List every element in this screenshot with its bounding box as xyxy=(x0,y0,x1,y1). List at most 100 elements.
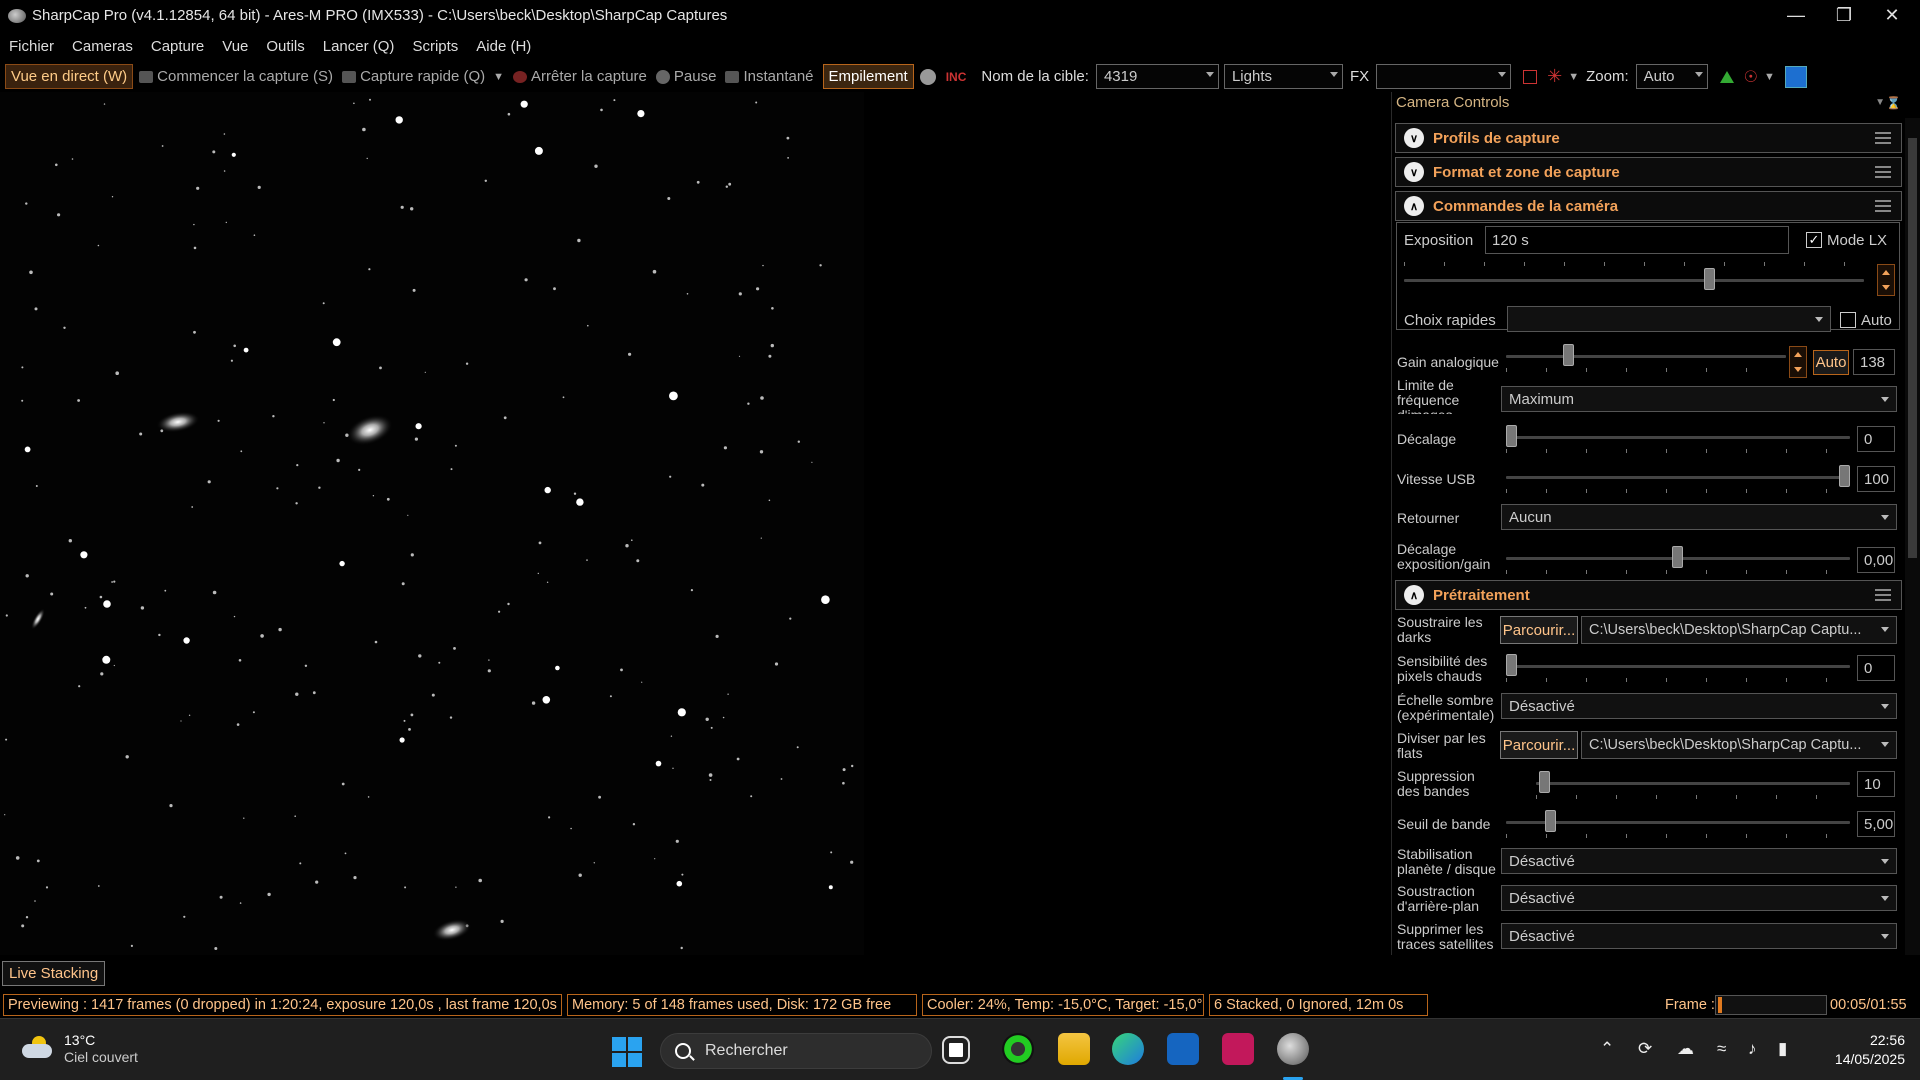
flats-path-dropdown[interactable]: C:\Users\beck\Desktop\SharpCap Captu... xyxy=(1581,731,1897,759)
sync-icon[interactable]: ⟳ xyxy=(1638,1039,1652,1059)
slider-thumb[interactable] xyxy=(1839,465,1850,487)
chevron-up-icon[interactable]: ∧ xyxy=(1404,196,1424,216)
usb-speed-slider[interactable] xyxy=(1506,465,1850,493)
banding-slider[interactable] xyxy=(1536,771,1850,799)
edge-browser-icon[interactable] xyxy=(1112,1033,1144,1065)
annotate-icon[interactable] xyxy=(1784,65,1807,88)
band-threshold-slider[interactable] xyxy=(1506,810,1850,838)
slider-thumb[interactable] xyxy=(1506,425,1517,447)
chevron-down-icon[interactable]: ▼ xyxy=(1764,71,1775,83)
satellite-trails-dropdown[interactable]: Désactivé xyxy=(1501,923,1897,949)
taskbar-search[interactable]: Rechercher xyxy=(660,1033,932,1069)
exposure-slider[interactable] xyxy=(1404,262,1864,294)
hamburger-icon[interactable] xyxy=(1875,166,1891,178)
lx-mode-checkbox[interactable]: ✓ xyxy=(1806,232,1822,248)
zoom-combo[interactable]: Auto xyxy=(1635,64,1708,89)
menu-scripts[interactable]: Scripts xyxy=(403,38,467,55)
scrollbar-thumb[interactable] xyxy=(1908,138,1917,558)
dark-scale-dropdown[interactable]: Désactivé xyxy=(1501,693,1897,719)
live-view-button[interactable]: Vue en direct (W) xyxy=(5,64,134,89)
tray-overflow-icon[interactable]: ⌃ xyxy=(1600,1039,1614,1059)
chevron-down-icon[interactable]: ▼ xyxy=(1568,71,1579,83)
frame-type-combo[interactable]: Lights xyxy=(1223,64,1343,89)
menu-cameras[interactable]: Cameras xyxy=(63,38,142,55)
volume-icon[interactable]: ♪ xyxy=(1748,1039,1757,1059)
histogram-icon[interactable] xyxy=(919,68,936,85)
exposure-input[interactable]: 120 s xyxy=(1485,226,1789,254)
background-subtraction-dropdown[interactable]: Désactivé xyxy=(1501,885,1897,911)
stacking-button[interactable]: Empilement xyxy=(822,64,914,89)
gain-input[interactable]: 138 xyxy=(1853,349,1895,375)
wifi-icon[interactable]: ≈ xyxy=(1717,1039,1726,1059)
gain-auto-button[interactable]: Auto xyxy=(1813,350,1849,375)
slider-thumb[interactable] xyxy=(1704,268,1715,290)
offset-input[interactable]: 0 xyxy=(1857,426,1895,452)
hot-pixel-slider[interactable] xyxy=(1506,654,1850,682)
quick-choice-dropdown[interactable] xyxy=(1507,306,1831,332)
reticle-icon[interactable]: ✳ xyxy=(1547,66,1562,87)
panel-scrollbar[interactable] xyxy=(1905,118,1920,955)
gain-spinner[interactable] xyxy=(1789,346,1807,378)
pin-icon[interactable]: ⌛ xyxy=(1886,92,1901,114)
live-stacking-tab[interactable]: Live Stacking xyxy=(2,961,106,986)
menu-aide[interactable]: Aide (H) xyxy=(467,38,540,55)
browse-flats-button[interactable]: Parcourir... xyxy=(1500,731,1578,759)
target-name-combo[interactable]: 4319 xyxy=(1095,64,1219,89)
section-camera-controls[interactable]: ∧ Commandes de la caméra xyxy=(1395,191,1902,221)
hamburger-icon[interactable] xyxy=(1875,200,1891,212)
hamburger-icon[interactable] xyxy=(1875,589,1891,601)
darks-path-dropdown[interactable]: C:\Users\beck\Desktop\SharpCap Captu... xyxy=(1581,616,1897,644)
weather-widget[interactable]: 13°C Ciel couvert xyxy=(22,1031,138,1065)
exp-gain-offset-input[interactable]: 0,00 xyxy=(1857,547,1895,573)
slider-thumb[interactable] xyxy=(1672,546,1683,568)
chevron-down-icon[interactable]: ▼ xyxy=(493,71,504,83)
histogram-stretch-icon[interactable] xyxy=(1719,70,1734,83)
menu-fichier[interactable]: Fichier xyxy=(0,38,63,55)
windows-start-icon[interactable] xyxy=(612,1037,642,1067)
slider-thumb[interactable] xyxy=(1545,810,1556,832)
file-explorer-icon[interactable] xyxy=(1058,1033,1090,1065)
restore-icon[interactable]: ❐ xyxy=(1820,0,1868,31)
band-threshold-input[interactable]: 5,00 xyxy=(1857,811,1895,837)
inc-icon[interactable]: INC xyxy=(946,70,967,84)
battery-icon[interactable]: ▮ xyxy=(1778,1039,1787,1059)
gain-slider[interactable] xyxy=(1506,344,1786,372)
live-image-view[interactable] xyxy=(0,92,864,955)
section-preprocessing[interactable]: ∧ Prétraitement xyxy=(1395,580,1902,610)
task-view-icon[interactable] xyxy=(942,1036,970,1064)
minimize-icon[interactable]: — xyxy=(1772,0,1820,31)
planet-stabilization-dropdown[interactable]: Désactivé xyxy=(1501,848,1897,874)
phd2-guiding-icon[interactable] xyxy=(1002,1033,1034,1065)
slider-thumb[interactable] xyxy=(1506,654,1517,676)
usb-speed-input[interactable]: 100 xyxy=(1857,466,1895,492)
taskbar-clock[interactable]: 22:56 14/05/2025 xyxy=(1810,1031,1905,1069)
framerate-dropdown[interactable]: Maximum xyxy=(1501,386,1897,412)
flip-dropdown[interactable]: Aucun xyxy=(1501,504,1897,530)
section-profiles[interactable]: ∨ Profils de capture xyxy=(1395,123,1902,153)
roi-icon[interactable] xyxy=(1523,69,1538,84)
auto-exposure-checkbox[interactable] xyxy=(1840,312,1856,328)
pause-button[interactable]: Pause xyxy=(655,68,716,85)
slider-thumb[interactable] xyxy=(1563,344,1574,366)
start-capture-button[interactable]: Commencer la capture (S) xyxy=(139,68,333,85)
quick-capture-button[interactable]: Capture rapide (Q) ▼ xyxy=(342,68,504,85)
exposure-spinner[interactable] xyxy=(1877,264,1895,296)
menu-capture[interactable]: Capture xyxy=(142,38,213,55)
menu-lancer[interactable]: Lancer (Q) xyxy=(314,38,404,55)
planetarium-app-icon[interactable] xyxy=(1222,1033,1254,1065)
chevron-down-icon[interactable]: ▼ xyxy=(1875,92,1885,114)
banding-input[interactable]: 10 xyxy=(1857,771,1895,797)
offset-slider[interactable] xyxy=(1506,425,1850,453)
fx-combo[interactable] xyxy=(1376,64,1512,89)
close-icon[interactable]: ✕ xyxy=(1868,0,1916,31)
microsoft-store-icon[interactable] xyxy=(1167,1033,1199,1065)
menu-outils[interactable]: Outils xyxy=(257,38,313,55)
focus-assist-icon[interactable]: ☉ xyxy=(1744,67,1758,87)
browse-darks-button[interactable]: Parcourir... xyxy=(1500,616,1578,644)
exp-gain-offset-slider[interactable] xyxy=(1506,546,1850,574)
menu-vue[interactable]: Vue xyxy=(213,38,257,55)
onedrive-icon[interactable]: ☁ xyxy=(1677,1039,1694,1059)
stop-capture-button[interactable]: Arrêter la capture xyxy=(513,68,647,85)
hamburger-icon[interactable] xyxy=(1875,132,1891,144)
hot-pixel-input[interactable]: 0 xyxy=(1857,655,1895,681)
